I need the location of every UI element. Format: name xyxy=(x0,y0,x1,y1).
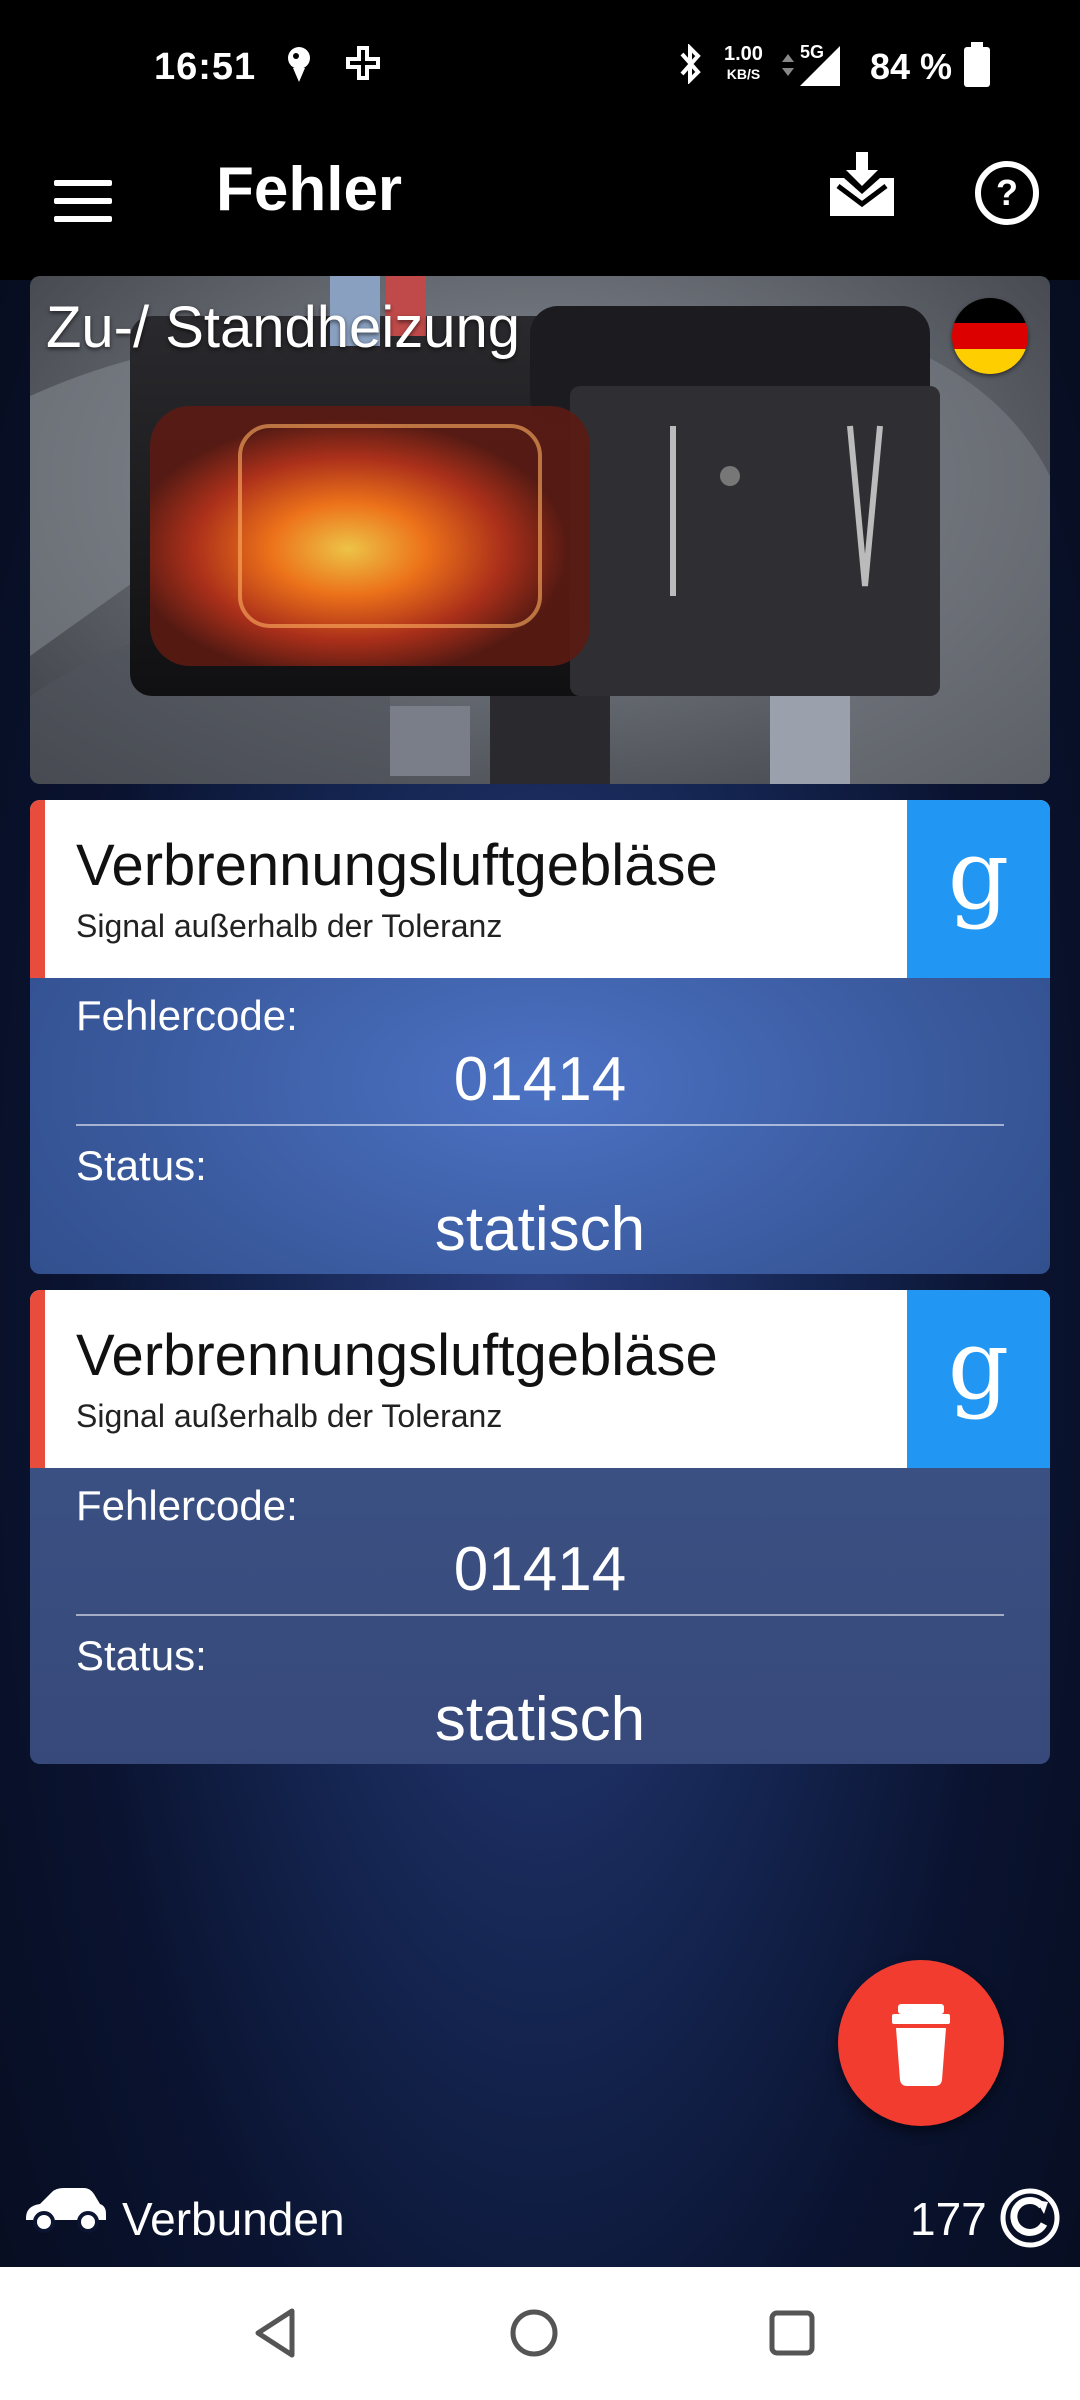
error-code-label: Fehlercode: xyxy=(76,1482,298,1529)
help-icon[interactable]: ? xyxy=(974,160,1040,226)
inbox-download-icon[interactable] xyxy=(826,148,898,220)
error-card: Verbrennungsluftgebläse Signal außerhalb… xyxy=(30,1290,1050,1764)
network-speed: 1.00 KB/S xyxy=(724,43,763,82)
error-description: Signal außerhalb der Toleranz xyxy=(76,908,503,944)
error-header: Verbrennungsluftgebläse Signal außerhalb… xyxy=(30,1290,1050,1468)
error-description: Signal außerhalb der Toleranz xyxy=(76,1398,503,1434)
status-value: statisch xyxy=(434,1195,646,1264)
medical-icon xyxy=(344,44,382,87)
counter-value: 177 xyxy=(910,2193,987,2245)
connection-status: Verbunden xyxy=(122,2193,345,2245)
recents-icon[interactable] xyxy=(762,2303,822,2363)
svg-text:?: ? xyxy=(996,172,1018,213)
car-icon xyxy=(22,2184,108,2256)
status-label: Status: xyxy=(76,1632,207,1679)
signal-icon xyxy=(796,44,842,93)
google-search-button[interactable]: g xyxy=(907,1290,1050,1468)
trash-icon xyxy=(892,2004,950,2086)
battery-percent: 84 % xyxy=(870,46,953,87)
status-time: 16:51 xyxy=(154,46,257,88)
status-value: statisch xyxy=(434,1685,646,1754)
google-icon: g xyxy=(947,1309,1010,1421)
refresh-icon[interactable] xyxy=(1000,2188,1060,2248)
app-bar: Fehler ? xyxy=(0,130,1080,280)
home-icon[interactable] xyxy=(504,2303,564,2363)
hero-banner: Zu-/ Standheizung xyxy=(30,276,1050,784)
menu-icon[interactable] xyxy=(54,170,114,230)
battery-icon xyxy=(962,42,992,93)
error-code-value: 01414 xyxy=(453,1535,627,1604)
navigation-bar xyxy=(0,2267,1080,2400)
google-icon: g xyxy=(947,819,1010,931)
status-bar: 16:51 1.00 KB/S 5G 84 % xyxy=(0,0,1080,130)
error-code-value: 01414 xyxy=(453,1045,627,1114)
back-icon[interactable] xyxy=(246,2303,306,2363)
error-name: Verbrennungsluftgebläse xyxy=(76,833,718,898)
germany-flag-icon[interactable] xyxy=(952,298,1028,374)
google-search-button[interactable]: g xyxy=(907,800,1050,978)
error-indicator xyxy=(30,800,45,978)
error-header: Verbrennungsluftgebläse Signal außerhalb… xyxy=(30,800,1050,978)
divider xyxy=(76,1614,1004,1616)
error-card: Verbrennungsluftgebläse Signal außerhalb… xyxy=(30,800,1050,1274)
error-name: Verbrennungsluftgebläse xyxy=(76,1323,718,1388)
error-code-label: Fehlercode: xyxy=(76,992,298,1039)
divider xyxy=(76,1124,1004,1126)
error-indicator xyxy=(30,1290,45,1468)
bluetooth-icon xyxy=(676,43,706,89)
notification-icon xyxy=(284,44,314,89)
data-arrows-icon xyxy=(780,52,796,83)
delete-button[interactable] xyxy=(838,1960,1004,2126)
status-label: Status: xyxy=(76,1142,207,1189)
page-title: Fehler xyxy=(216,155,403,224)
hero-title: Zu-/ Standheizung xyxy=(46,295,520,360)
